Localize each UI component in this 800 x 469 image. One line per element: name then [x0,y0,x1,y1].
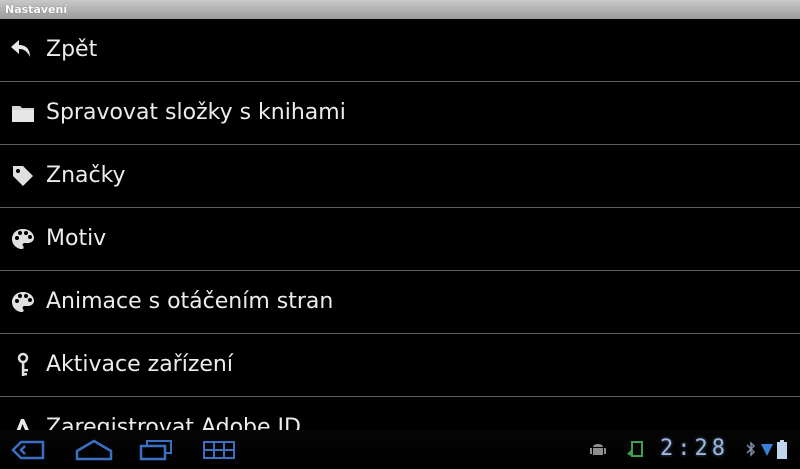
home-button[interactable] [74,438,114,462]
back-button[interactable] [10,438,46,462]
menu-item-tags[interactable]: Značky [0,145,800,208]
palette-icon [0,287,46,317]
menu-item-label: Zpět [46,37,98,62]
title-bar: Nastavení [0,0,800,19]
menu-grid-button[interactable] [202,438,236,462]
menu-item-theme[interactable]: Motiv [0,208,800,271]
menu-item-back[interactable]: Zpět [0,19,800,82]
menu-item-manage-folders[interactable]: Spravovat složky s knihami [0,82,800,145]
battery-icon [776,440,788,464]
menu-item-label: Zaregistrovat Adobe ID [46,415,301,430]
bluetooth-icon [746,440,756,462]
menu-item-page-turn-animation[interactable]: Animace s otáčením stran [0,271,800,334]
folder-icon [0,98,46,128]
recent-apps-button[interactable] [138,438,174,462]
menu-item-label: Značky [46,163,126,188]
menu-item-device-activation[interactable]: Aktivace zařízení [0,334,800,397]
adobe-icon [0,413,46,430]
menu-item-label: Spravovat složky s knihami [46,100,346,125]
palette-icon [0,224,46,254]
grid-icon [203,441,235,459]
window-title: Nastavení [5,3,68,16]
recent-apps-icon [139,440,172,461]
back-nav-icon [11,440,45,460]
key-icon [0,350,46,380]
screen-rotation-icon [626,440,644,462]
tag-icon [0,161,46,191]
menu-item-label: Motiv [46,226,107,251]
status-clock: 2:28 [660,436,729,461]
wifi-icon [760,440,774,462]
menu-item-register-adobe-id[interactable]: Zaregistrovat Adobe ID [0,397,800,430]
home-icon [75,439,113,461]
back-arrow-icon [0,35,46,65]
menu-item-label: Animace s otáčením stran [46,289,334,314]
android-debug-icon [590,440,606,462]
menu-item-label: Aktivace zařízení [46,352,233,377]
settings-menu: Zpět Spravovat složky s knihami Značky M… [0,19,800,430]
